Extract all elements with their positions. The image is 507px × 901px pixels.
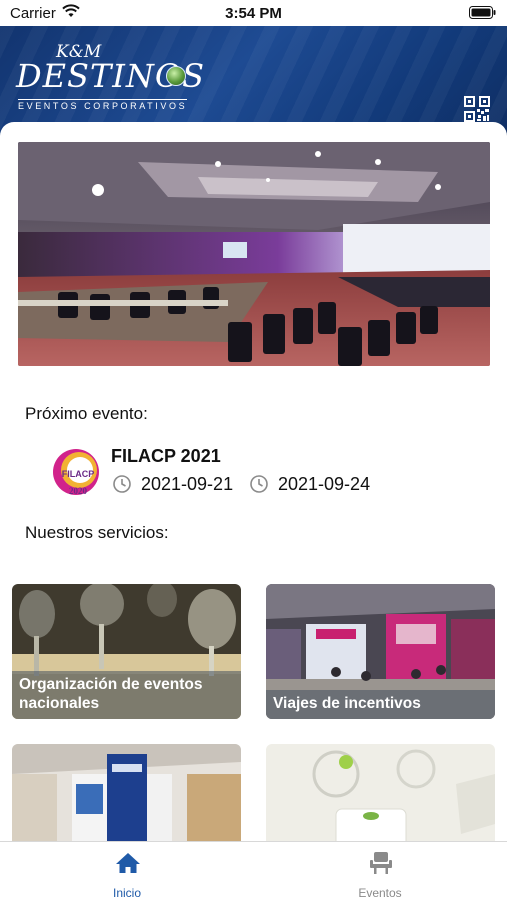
service-card-label: Organización de eventos nacionales <box>12 671 241 719</box>
service-card-national-events[interactable]: Organización de eventos nacionales <box>12 584 241 719</box>
event-logo-year: 2020 <box>69 486 88 496</box>
hero-conference-hall-image <box>18 142 490 366</box>
tab-label: Inicio <box>112 886 141 900</box>
clock-icon <box>113 475 131 493</box>
event-start-date: 2021-09-21 <box>141 474 234 494</box>
main-content[interactable]: Próximo evento: FILACP 2020 FILACP 2021 … <box>0 122 507 842</box>
tab-label: Eventos <box>358 886 402 900</box>
services-label: Nuestros servicios: <box>25 523 169 542</box>
tab-eventos[interactable]: Eventos <box>310 842 450 901</box>
battery-icon <box>469 6 497 24</box>
event-end-date: 2021-09-24 <box>278 474 371 494</box>
tab-inicio[interactable]: Inicio <box>57 842 197 901</box>
event-logo-text: FILACP <box>62 469 95 479</box>
globe-icon <box>166 66 186 86</box>
event-logo[interactable]: FILACP 2020 <box>52 446 100 500</box>
clock-icon <box>250 475 268 493</box>
event-title[interactable]: FILACP 2021 <box>111 446 221 467</box>
clock-time: 3:54 PM <box>225 5 282 22</box>
service-card-exhibitions[interactable] <box>12 744 241 842</box>
next-event-label: Próximo evento: <box>25 404 148 423</box>
status-bar: Carrier 3:54 PM <box>0 0 507 26</box>
service-card-banquets[interactable] <box>266 744 495 842</box>
logo-subtitle: EVENTOS CORPORATIVOS <box>18 99 188 111</box>
chair-icon <box>368 851 394 875</box>
brand-logo: K&M DESTINOS EVENTOS CORPORATIVOS <box>16 42 204 111</box>
qr-code-icon[interactable] <box>464 96 490 122</box>
home-icon <box>115 851 141 875</box>
bottom-tab-bar: Inicio Eventos <box>0 841 507 901</box>
service-card-label: Viajes de incentivos <box>266 690 495 719</box>
service-card-incentive-travel[interactable]: Viajes de incentivos <box>266 584 495 719</box>
